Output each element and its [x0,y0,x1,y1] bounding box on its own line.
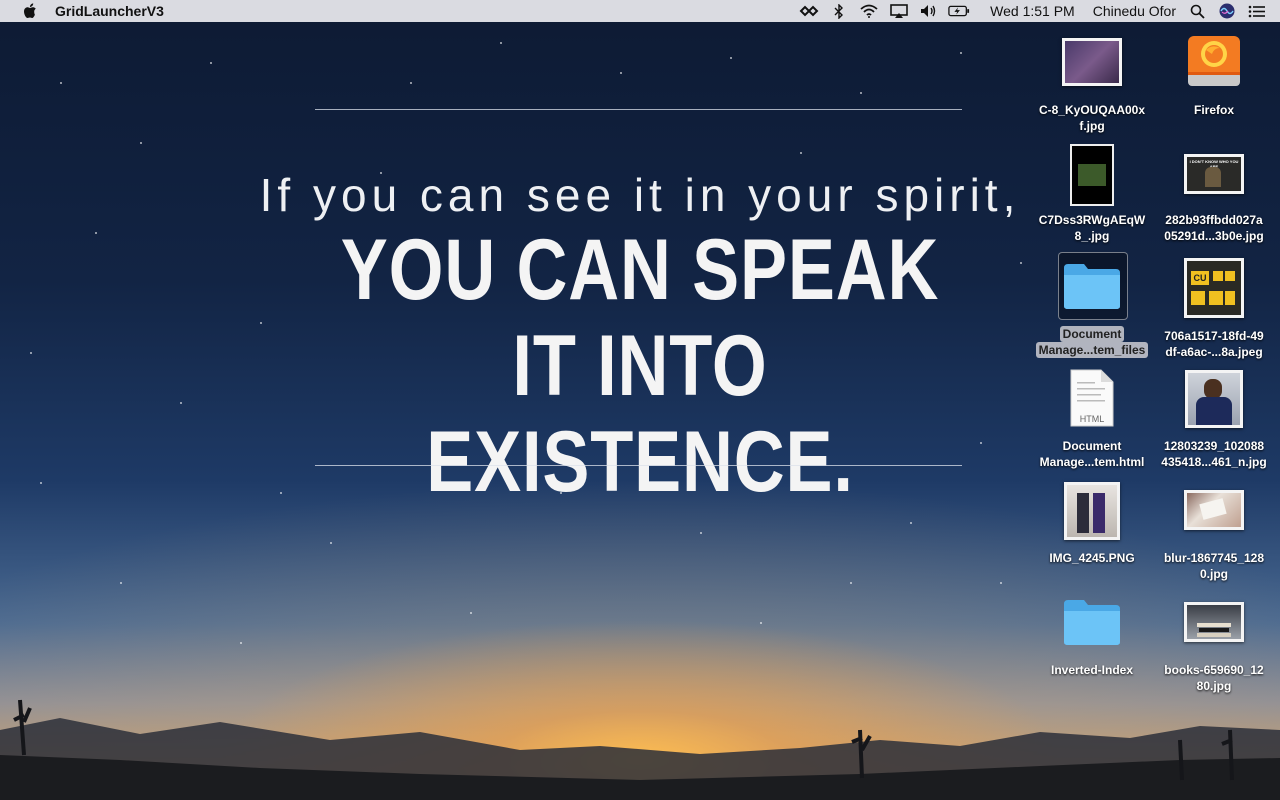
bottom-divider-line [315,465,962,466]
icon-label-line1: C-8_KyOUQAA00x [1038,103,1146,117]
icon-label-line1: Inverted-Index [1050,663,1134,677]
quote-emphasis: YOU CAN SPEAK IT INTO EXISTENCE. [300,222,981,510]
icon-label-line1: C7Dss3RWgAEqW [1038,213,1146,227]
menu-bar: GridLauncherV3 Wed 1:51 PM Chinedu Ofor [0,0,1280,22]
firefox-drive-icon [1188,36,1240,86]
icon-label-line2: 8_.jpg [1074,229,1110,243]
desktop-icon-inverted-index-folder[interactable]: Inverted-Index [1032,596,1152,686]
image-thumbnail [1062,38,1122,86]
icon-label-line1: IMG_4245.PNG [1049,551,1135,565]
icon-label-line1: books-659690_12 [1164,663,1264,677]
desktop-icon-282b93-jpg[interactable]: I DON'T KNOW WHO YOU ARE 282b93ffbdd027a… [1154,152,1274,252]
image-thumbnail [1184,602,1244,642]
image-thumbnail [1070,144,1114,206]
notification-center-icon[interactable] [1246,0,1268,22]
folder-icon [1064,264,1120,309]
quote-line-3: EXISTENCE. [426,414,854,510]
icon-label-line1: 12803239_102088 [1163,439,1265,453]
icon-label-line2: 05291d...3b0e.jpg [1164,229,1264,243]
spotlight-icon[interactable] [1186,0,1208,22]
battery-icon[interactable] [948,0,970,22]
volume-icon[interactable] [918,0,940,22]
user-name-menu[interactable]: Chinedu Ofor [1093,0,1176,22]
siri-icon[interactable] [1216,0,1238,22]
desktop-icon-706a1517-jpeg[interactable]: CU 706a1517-18fd-49 df-a6ac-...8a.jpeg [1154,256,1274,359]
active-app-name[interactable]: GridLauncherV3 [55,3,164,19]
vpn-icon[interactable] [798,0,820,22]
icon-label-line2: Manage...tem.html [1039,455,1145,469]
icon-label-line1: 706a1517-18fd-49 [1164,329,1264,343]
desktop-icon-document-files-folder[interactable]: DocumentManage...tem_files [1032,250,1152,360]
desktop-icon-12803239-jpg[interactable]: 12803239_102088 435418...461_n.jpg [1154,368,1274,469]
icon-label-line2: 80.jpg [1196,679,1232,693]
image-thumbnail: I DON'T KNOW WHO YOU ARE [1184,154,1244,194]
thumbnail-caption: CU [1191,271,1209,285]
bluetooth-icon[interactable] [828,0,850,22]
icon-label-line2: df-a6ac-...8a.jpeg [1165,345,1263,359]
menu-clock[interactable]: Wed 1:51 PM [990,0,1075,22]
top-divider-line [315,109,962,110]
icon-label-line2: Manage...tem_files [1035,342,1149,358]
icon-label-line1: 282b93ffbdd027a [1165,213,1263,227]
html-badge: HTML [1079,414,1105,424]
icon-label-line2: f.jpg [1079,119,1105,133]
apple-menu-icon[interactable] [20,0,40,22]
desktop-icon-firefox[interactable]: Firefox [1154,32,1274,132]
desktop-icon-books-jpg[interactable]: books-659690_12 80.jpg [1154,600,1274,700]
folder-icon [1064,600,1120,645]
desktop-icon-c8-jpg[interactable]: C-8_KyOUQAA00x f.jpg [1032,36,1152,136]
image-thumbnail: CU [1184,258,1244,318]
icon-label-line1: blur-1867745_128 [1163,551,1265,565]
icon-label-line1: Document [1062,439,1122,453]
icon-label-line2: 435418...461_n.jpg [1161,455,1267,469]
desktop-icon-document-html[interactable]: HTML Document Manage...tem.html [1032,368,1152,469]
image-thumbnail [1185,370,1243,428]
icon-label-line1: Firefox [1193,103,1234,117]
image-thumbnail [1064,482,1120,540]
desktop-icon-blur-jpg[interactable]: blur-1867745_128 0.jpg [1154,488,1274,588]
desktop-icon-c7dss-jpg[interactable]: C7Dss3RWgAEqW 8_.jpg [1032,142,1152,252]
wifi-icon[interactable] [858,0,880,22]
quote-line-1: If you can see it in your spirit, [259,169,1021,221]
icon-label-line1: Document [1059,326,1125,342]
image-thumbnail [1184,490,1244,530]
quote-line-2: YOU CAN SPEAK IT INTO [340,222,940,414]
icon-label-line2: 0.jpg [1199,567,1228,581]
status-menu-area: Wed 1:51 PM Chinedu Ofor [794,0,1280,22]
desktop-icon-img-4245-png[interactable]: IMG_4245.PNG [1032,480,1152,580]
airplay-icon[interactable] [888,0,910,22]
